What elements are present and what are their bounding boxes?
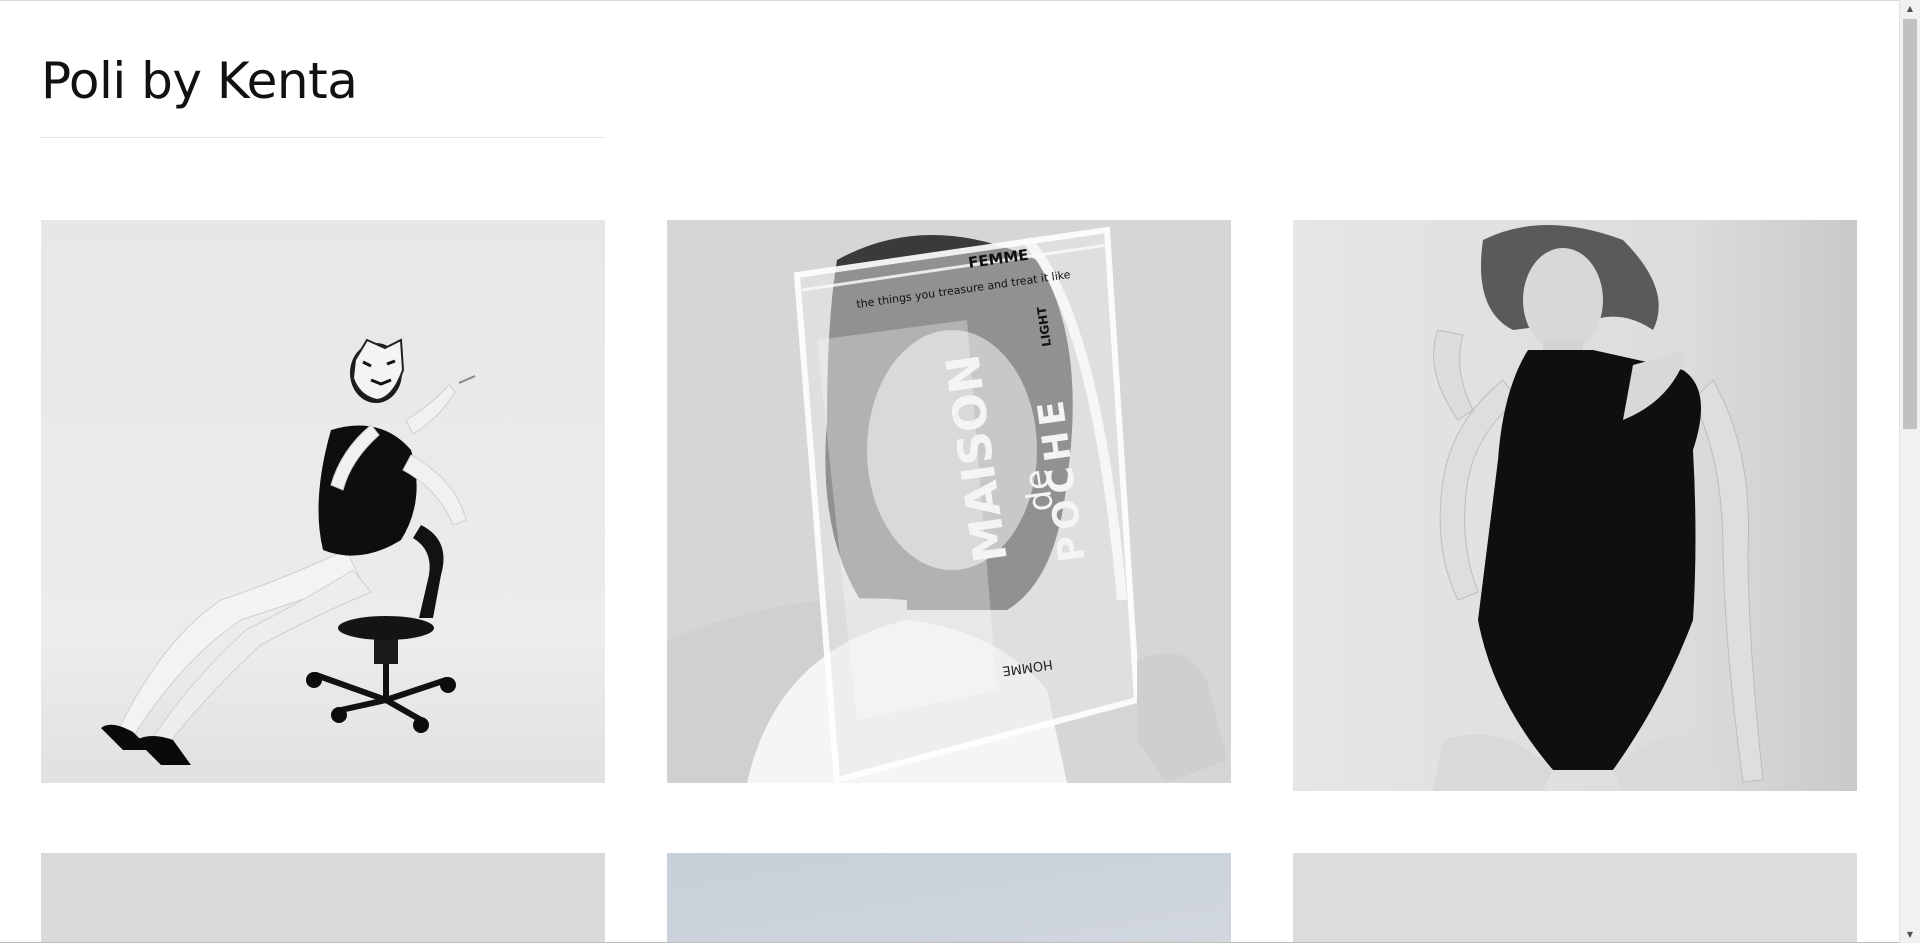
gallery-item-4[interactable] [41,853,605,943]
gallery-item-2[interactable]: FEMME the things you treasure and treat … [667,220,1231,783]
vertical-scrollbar[interactable]: ▲ ▼ [1899,0,1920,943]
gallery-item-5[interactable] [667,853,1231,943]
page-title[interactable]: Poli by Kenta [41,51,358,111]
gallery-photo [41,220,605,783]
gallery-item-3[interactable] [1293,220,1857,791]
title-divider [41,137,605,138]
gallery-photo [1293,220,1857,791]
gallery-photo [667,853,1231,943]
scroll-up-icon[interactable]: ▲ [1900,0,1920,17]
gallery-photo [1293,853,1857,943]
gallery-photo [41,853,605,943]
scrollbar-thumb[interactable] [1903,19,1917,429]
scroll-down-icon[interactable]: ▼ [1900,926,1920,943]
gallery-item-6[interactable] [1293,853,1857,943]
page-viewport: Poli by Kenta FEMME the things you treas… [0,0,1899,943]
gallery-photo: FEMME the things you treasure and treat … [667,220,1231,783]
gallery-item-1[interactable] [41,220,605,783]
